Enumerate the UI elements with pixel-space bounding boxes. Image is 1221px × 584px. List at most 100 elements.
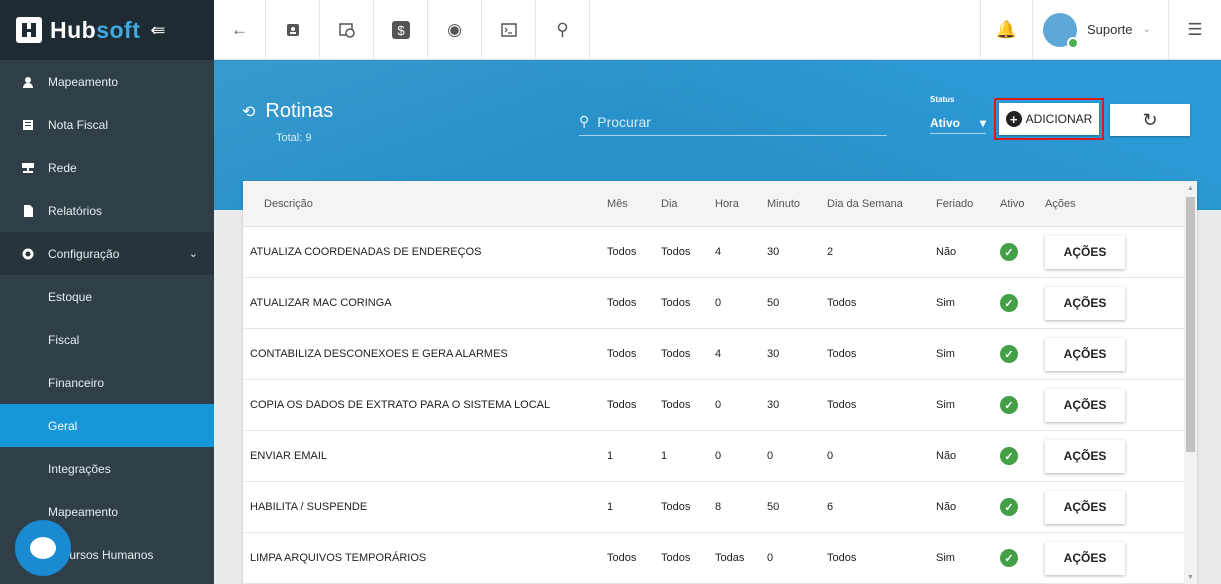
sidebar-item-geral[interactable]: Geral [0,404,214,447]
acoes-button[interactable]: AÇÕES [1045,439,1125,473]
scrollbar-thumb[interactable] [1186,197,1195,452]
add-button[interactable]: + ADICIONAR [999,103,1099,135]
acoes-button[interactable]: AÇÕES [1045,235,1125,269]
cell-dia-semana: 6 [827,501,834,513]
contact-card-icon[interactable] [266,0,320,59]
sidebar-item-financeiro[interactable]: Financeiro [0,361,214,404]
sidebar-item-configuracao[interactable]: Configuração ⌄ [0,232,214,275]
sidebar-item-fiscal[interactable]: Fiscal [0,318,214,361]
online-status-icon [1067,36,1079,49]
status-select[interactable]: Ativo ▾ [930,112,986,134]
refresh-icon: ↻ [1142,109,1158,130]
table-row: ATUALIZAR MAC CORINGA Todos Todos 0 50 Todos S… [243,278,1197,329]
header-dia[interactable]: Dia [653,198,707,210]
scroll-up-icon[interactable]: ▲ [1187,185,1194,192]
check-circle-icon: ✓ [1000,396,1018,414]
header-feriado[interactable]: Feriado [928,198,992,210]
cell-hora: 8 [715,501,722,513]
cell-minuto: 0 [767,552,774,564]
add-button-label: ADICIONAR [1025,112,1093,126]
cell-feriado: Sim [936,552,955,564]
terminal-icon[interactable] [482,0,536,59]
header-acoes: Ações [1045,197,1076,210]
calendar-clock-icon[interactable] [320,0,374,59]
header-mes[interactable]: Mês [599,198,653,210]
sidebar-item-label: Relatórios [48,203,103,218]
receipt-icon [22,119,34,131]
acoes-button[interactable]: AÇÕES [1045,541,1125,575]
cell-dia-semana: Todos [827,552,857,564]
back-arrow-icon[interactable]: ← [214,0,266,59]
file-icon [22,204,34,217]
dollar-icon[interactable]: $ [374,0,428,59]
chevron-down-icon: ⌄ [1142,24,1151,35]
acoes-button[interactable]: AÇÕES [1045,388,1125,422]
acoes-button[interactable]: AÇÕES [1045,286,1125,320]
status-value: Ativo [930,115,960,130]
cell-mes: Todos [607,348,637,360]
header-ativo[interactable]: Ativo [992,198,1041,210]
sidebar-item-nota-fiscal[interactable]: Nota Fiscal [0,103,214,146]
sidebar-item-relatorios[interactable]: Relatórios [0,189,214,232]
refresh-button[interactable]: ↻ [1110,104,1190,136]
cell-acoes: AÇÕES [1041,388,1141,422]
sidebar-item-mapeamento[interactable]: Mapeamento [0,60,214,103]
cell-hora: 0 [715,297,722,309]
check-circle-icon: ✓ [1000,549,1018,567]
check-circle-icon: ✓ [1000,345,1018,363]
cell-hora: 4 [715,348,722,360]
header-dia-semana[interactable]: Dia da Semana [821,198,928,210]
gear-icon [22,248,34,260]
chevron-down-icon: ⌄ [188,248,198,260]
cell-dia: Todos [661,501,691,513]
cell-minuto: 0 [767,450,774,462]
user-name: Suporte [1087,22,1133,37]
table-header: Descrição Mês Dia Hora Minuto Dia da Sem… [243,181,1197,227]
sidebar-item-label: Configuração [48,246,120,261]
status-label: Status [930,95,955,104]
sidebar-item-rede[interactable]: Rede [0,146,214,189]
total-count: Total: 9 [276,132,312,144]
logo[interactable]: Hubsoft ⇚ [0,0,214,60]
sidebar-item-label: Mapeamento [48,504,119,519]
acoes-button[interactable]: AÇÕES [1045,337,1125,371]
add-button-highlight: + ADICIONAR [994,98,1104,140]
search-bar[interactable]: ⚲ [579,108,887,136]
cell-feriado: Não [936,450,957,462]
cell-ativo: ✓ [992,549,1041,567]
cell-minuto: 30 [767,246,780,258]
cell-mes: Todos [607,297,637,309]
header-minuto[interactable]: Minuto [761,198,821,210]
chat-button[interactable] [15,520,71,576]
table-row: LIMPA ARQUIVOS TEMPORÁRIOS Todos Todos Toda… [243,533,1197,584]
scroll-down-icon[interactable]: ▼ [1187,574,1194,581]
cell-mes: Todos [607,246,637,258]
search-input[interactable] [597,113,858,130]
header-descricao[interactable]: Descrição [243,198,599,210]
cell-descricao: HABILITA / SUSPENDE [250,501,368,513]
person-pin-icon [22,76,34,88]
menu-list-icon[interactable]: ☰ [1169,0,1221,59]
sidebar-item-integracoes[interactable]: Integrações [0,447,214,490]
acoes-button[interactable]: AÇÕES [1045,490,1125,524]
double-left-arrow-icon[interactable]: ⇚ [150,20,165,41]
plus-circle-icon: + [1005,111,1022,127]
scrollbar[interactable]: ▲ ▼ [1184,181,1197,584]
topbar-spacer [590,0,981,59]
alarm-icon[interactable]: 🔔 [981,0,1033,59]
cell-feriado: Não [936,501,957,513]
cell-descricao: ENVIAR EMAIL [250,450,328,462]
cell-dia: Todos [661,399,691,411]
cell-ativo: ✓ [992,447,1041,465]
cell-descricao: ATUALIZA COORDENADAS DE ENDEREÇOS [250,246,482,258]
user-menu[interactable]: Suporte ⌄ [1033,0,1169,59]
eye-icon[interactable]: ◉ [428,0,482,59]
search-icon[interactable]: ⚲ [536,0,590,59]
sidebar-item-label: Geral [48,418,78,433]
header-hora[interactable]: Hora [707,198,761,210]
check-circle-icon: ✓ [1000,243,1018,261]
cell-dia: 1 [661,450,668,462]
cell-feriado: Sim [936,297,955,309]
cell-minuto: 50 [767,501,780,513]
sidebar-item-estoque[interactable]: Estoque [0,275,214,318]
